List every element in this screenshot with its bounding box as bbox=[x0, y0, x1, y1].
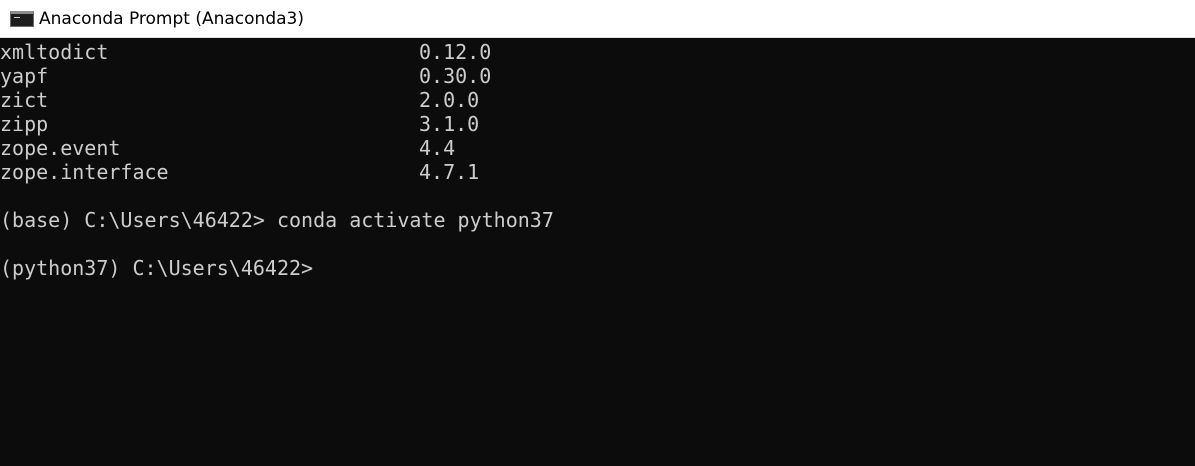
package-row: zope.interface 4.7.1 bbox=[0, 160, 1195, 184]
package-version: 0.30.0 bbox=[419, 64, 492, 88]
title-bar[interactable]: Anaconda Prompt (Anaconda3) bbox=[0, 0, 1195, 38]
package-version: 2.0.0 bbox=[419, 88, 480, 112]
package-version: 4.4 bbox=[419, 136, 456, 160]
package-version: 3.1.0 bbox=[419, 112, 480, 136]
package-version: 0.12.0 bbox=[419, 40, 492, 64]
window-title: Anaconda Prompt (Anaconda3) bbox=[39, 8, 304, 29]
terminal-output[interactable]: xmltodict 0.12.0 yapf 0.30.0 zict 2.0.0 … bbox=[0, 40, 1195, 466]
package-name: xmltodict bbox=[0, 40, 109, 64]
package-row: zict 2.0.0 bbox=[0, 88, 1195, 112]
package-name: yapf bbox=[0, 64, 49, 88]
package-row: zope.event 4.4 bbox=[0, 136, 1195, 160]
package-version: 4.7.1 bbox=[419, 160, 480, 184]
package-row: xmltodict 0.12.0 bbox=[0, 40, 1195, 64]
package-name: zict bbox=[0, 88, 49, 112]
package-name: zope.event bbox=[0, 136, 121, 160]
prompt-line[interactable]: (python37) C:\Users\46422> bbox=[0, 256, 1195, 280]
terminal-window: Anaconda Prompt (Anaconda3) xmltodict 0.… bbox=[0, 0, 1195, 466]
package-name: zope.interface bbox=[0, 160, 169, 184]
package-name: zipp bbox=[0, 112, 49, 136]
package-row: zipp 3.1.0 bbox=[0, 112, 1195, 136]
terminal-icon bbox=[10, 10, 34, 27]
command-line: (base) C:\Users\46422> conda activate py… bbox=[0, 208, 554, 232]
package-row: yapf 0.30.0 bbox=[0, 64, 1195, 88]
